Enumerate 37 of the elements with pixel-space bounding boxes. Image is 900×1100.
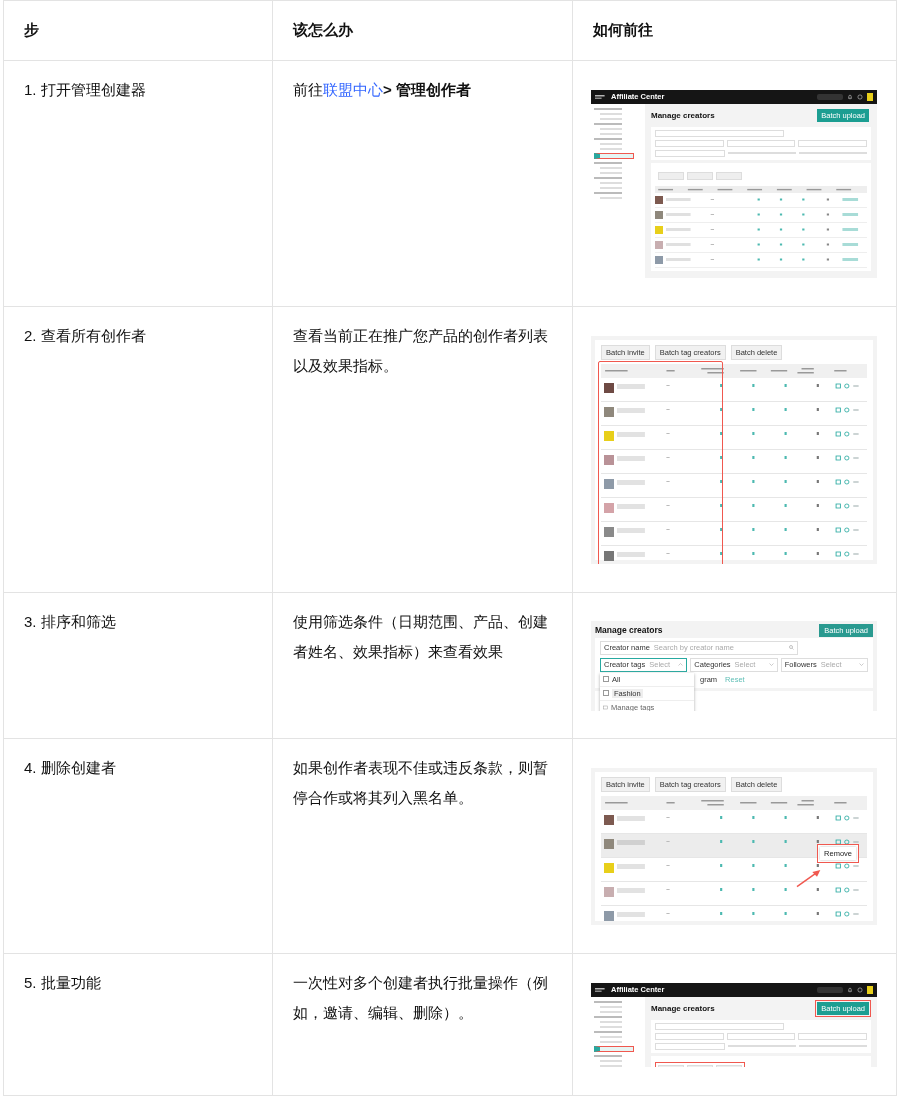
column-header: 如何前往 bbox=[593, 21, 653, 38]
help-icon bbox=[857, 93, 863, 100]
instruction-text: 查看当前正在推广您产品的创作者列表以及效果指标。 bbox=[293, 326, 549, 376]
instruction-text: 前往联盟中心> 管理创作者 bbox=[293, 80, 472, 100]
page-title: Manage creators bbox=[651, 110, 715, 120]
tag-icon bbox=[603, 704, 608, 710]
column-header: 该怎么办 bbox=[293, 21, 353, 38]
step-text: 4. 删除创建者 bbox=[24, 759, 116, 776]
step-text: 5. 批量功能 bbox=[24, 974, 101, 991]
messages-pill bbox=[817, 986, 843, 993]
caret-icon bbox=[768, 663, 774, 666]
link[interactable]: 联盟中心 bbox=[323, 81, 383, 98]
pointer-arrow bbox=[795, 867, 823, 888]
instruction-text: 如果创作者表现不佳或违反条款，则暂停合作或将其列入黑名单。 bbox=[293, 758, 549, 808]
step-text: 2. 查看所有创作者 bbox=[24, 327, 146, 344]
sidebar-item[interactable] bbox=[594, 1045, 634, 1052]
help-icon bbox=[857, 986, 863, 993]
messages-pill bbox=[817, 93, 843, 100]
logo-icon bbox=[595, 93, 607, 100]
page-title: Manage creators bbox=[595, 625, 663, 635]
page-title: Manage creators bbox=[651, 1003, 715, 1013]
caret-icon bbox=[859, 663, 864, 666]
sidebar-item[interactable] bbox=[594, 152, 634, 159]
step-text: 3. 排序和筛选 bbox=[24, 613, 116, 630]
instruction-text: 使用筛选条件（日期范围、产品、创建者姓名、效果指标）来查看效果 bbox=[293, 612, 549, 662]
bell-icon bbox=[847, 93, 853, 100]
avatar bbox=[867, 985, 873, 994]
column-header: 步 bbox=[24, 21, 39, 38]
checkbox[interactable] bbox=[603, 676, 609, 682]
logo-icon bbox=[595, 986, 607, 993]
instruction-text: 一次性对多个创建者执行批量操作（例如，邀请、编辑、删除）。 bbox=[293, 973, 549, 1023]
checkbox[interactable] bbox=[603, 690, 609, 696]
bell-icon bbox=[847, 986, 853, 993]
search-icon bbox=[789, 645, 794, 650]
caret-icon bbox=[678, 663, 684, 666]
avatar bbox=[867, 92, 873, 101]
step-text: 1. 打开管理创建器 bbox=[24, 81, 146, 98]
